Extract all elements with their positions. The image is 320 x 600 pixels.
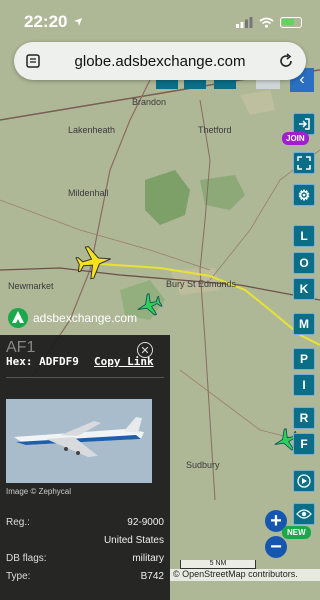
map-scale: 5 NM [180,560,256,569]
new-badge: NEW [282,526,311,539]
field-label: Reg.: [6,517,30,528]
aircraft-info-panel: AF1 Hex: ADFDF9 Copy Link ✕ Image © Zeph… [0,335,170,600]
toggle-r-button[interactable]: R [293,407,315,429]
join-badge[interactable]: JOIN [282,132,309,145]
toggle-o-button[interactable]: O [293,252,315,274]
adsbexchange-logo-icon [8,308,28,328]
toggle-m-button[interactable]: M [293,313,315,335]
type-value: B742 [140,571,164,582]
status-icons [236,16,302,28]
settings-button[interactable]: ⚙ [293,184,315,206]
replay-button[interactable] [293,470,315,492]
toggle-f-button[interactable]: F [293,433,315,455]
toggle-i-button[interactable]: I [293,374,315,396]
airplane-photo-image [6,399,152,483]
town-label: Brandon [132,97,167,107]
db-flags-row: DB flags: military [6,553,164,564]
registration-value: 92-9000 [127,517,164,528]
town-label: Thetford [198,125,232,135]
map-attribution[interactable]: © OpenStreetMap contributors. [170,569,320,581]
filter-button[interactable] [256,80,280,89]
view-button[interactable] [293,503,315,525]
hex-label: Hex: [6,355,33,368]
gear-icon: ⚙ [297,186,311,203]
field-label: Type: [6,571,31,582]
type-row: Type: B742 [6,571,164,582]
aircraft-photo[interactable] [6,399,152,483]
hex-code: Hex: ADFDF9 [6,355,79,368]
country-value: United States [103,535,164,546]
field-label: DB flags: [6,553,47,564]
town-label: Bury St Edmunds [166,279,237,289]
photo-credit: Image © Zephycal [6,487,72,496]
toggle-p-button[interactable]: P [293,348,315,370]
layer-button[interactable] [184,80,206,89]
town-label: Sudbury [186,460,220,470]
logo-text: adsbexchange.com [33,311,138,325]
town-label: Mildenhall [68,188,109,198]
signal-icon [236,16,253,28]
town-label: Newmarket [8,281,54,291]
fullscreen-button[interactable] [293,152,315,174]
layer-button[interactable] [156,80,178,89]
close-icon: ✕ [140,344,150,357]
registration-row: Reg.: 92-9000 [6,517,164,528]
toggle-k-button[interactable]: K [293,278,315,300]
divider [6,377,164,378]
status-time: 22:20 [24,12,83,32]
reload-icon[interactable] [278,53,294,69]
login-icon [299,118,310,130]
play-icon [297,474,311,488]
db-flags-value: military [132,553,164,564]
country-row: United States [6,535,164,546]
town-label: Lakenheath [68,125,116,135]
url-text[interactable]: globe.adsbexchange.com [42,53,278,70]
layer-button[interactable] [214,80,236,89]
clock: 22:20 [24,12,68,31]
address-bar[interactable]: globe.adsbexchange.com [14,42,306,80]
wifi-icon [259,17,274,28]
site-logo: adsbexchange.com [8,308,137,328]
fullscreen-icon [297,156,311,170]
battery-icon [280,16,302,28]
status-bar: 22:20 [0,0,320,44]
zoom-out-button[interactable]: − [265,536,287,558]
tabs-icon[interactable] [26,54,42,68]
close-button[interactable]: ✕ [137,342,153,358]
location-arrow-icon [74,18,83,26]
toggle-l-button[interactable]: L [293,225,315,247]
eye-icon [296,509,312,519]
hex-value: ADFDF9 [39,355,79,368]
